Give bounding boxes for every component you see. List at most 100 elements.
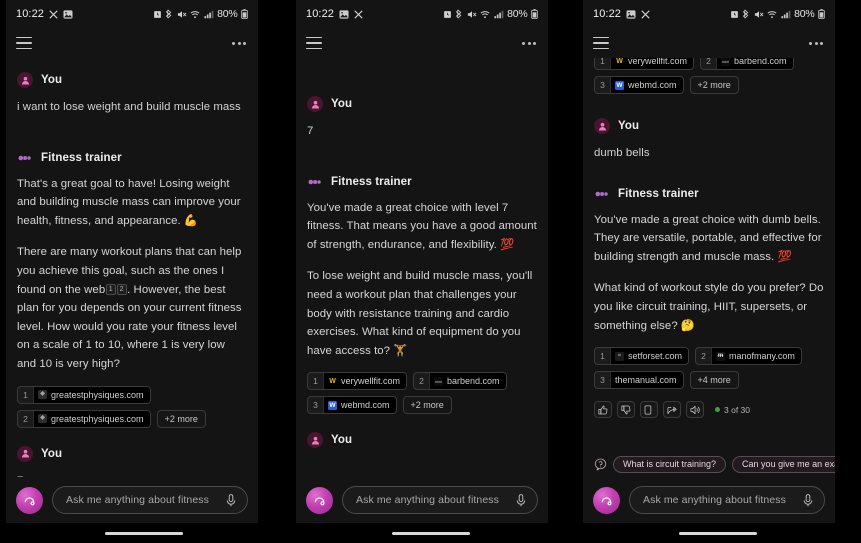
bot-message-body: You've made a great choice with dumb bel… (594, 211, 824, 336)
citation-domain: setforset.com (628, 351, 683, 362)
webmd-favicon: W (328, 400, 337, 410)
alarm-icon (443, 10, 452, 19)
wifi-icon (480, 10, 490, 19)
citation-ref-1[interactable]: 1 (105, 283, 116, 295)
status-bar: 10:22 80% (296, 0, 548, 28)
citation-domain: greatestphysiques.com (51, 389, 144, 400)
setforset-favicon: ≈ (615, 351, 624, 361)
x-app-icon (641, 9, 650, 19)
assistant-orb-icon[interactable] (306, 486, 333, 514)
message-actions-row: 3 of 30 (594, 401, 824, 419)
bot-paragraph: There are many workout plans that can he… (17, 246, 242, 370)
message-speaker-you: You (17, 72, 247, 88)
more-citations-button[interactable]: +2 more (689, 76, 739, 94)
message-speaker-you: You (307, 96, 537, 112)
conversation-list-3[interactable]: 1 Wverywellfit.com 2 ▬ barbend.com 3 Wweb… (583, 52, 835, 477)
citation-chip[interactable]: 1 ◈ greatestphysiques.com (17, 385, 151, 404)
nav-home-pill[interactable] (678, 531, 757, 535)
suggestion-chips-row[interactable]: What is circuit training? Can you give m… (583, 451, 835, 477)
citation-chip[interactable]: 2 ᵯ manofmany.com (695, 347, 802, 366)
nav-home-pill[interactable] (391, 531, 470, 535)
more-citations-button[interactable]: +2 more (402, 396, 452, 415)
gallery-icon (63, 9, 73, 19)
message-speaker-you: You (594, 118, 824, 134)
citation-chip[interactable]: 1 ≈ setforset.com (594, 347, 690, 366)
microphone-icon[interactable] (514, 493, 527, 508)
phone-screen-3: 10:22 80% 1 W verywellfit.com 2 ▬ barben… (574, 0, 861, 543)
speaker-icon[interactable] (686, 401, 704, 419)
citation-chip-list: 1 ≈ setforset.com 2 ᵯ manofmany.com (594, 347, 824, 366)
kebab-menu-icon[interactable] (809, 41, 823, 45)
more-citations-button[interactable]: +2 more (156, 409, 206, 428)
citation-number: 1 (600, 351, 605, 362)
bot-paragraph: You've made a great choice with dumb bel… (594, 213, 822, 263)
hamburger-menu-icon[interactable] (593, 37, 609, 49)
battery-icon (531, 9, 538, 19)
status-bar: 10:22 80% (583, 0, 835, 28)
screenshot-root: 10:22 80% You i want to lose weight and … (0, 0, 861, 543)
kebab-menu-icon[interactable] (522, 41, 536, 45)
citation-chip[interactable]: 3 themanual.com (594, 371, 684, 390)
microphone-icon[interactable] (224, 493, 237, 508)
person-avatar-icon (307, 96, 323, 112)
x-app-icon (354, 9, 363, 19)
bot-paragraph: What kind of workout style do you prefer… (594, 282, 824, 332)
chat-input-placeholder: Ask me anything about fitness (356, 494, 499, 506)
signal-icon (493, 10, 504, 19)
more-citations-button[interactable]: +4 more (689, 371, 739, 390)
citation-domain: webmd.com (628, 80, 677, 90)
citation-chip[interactable]: 3 Wwebmd.com (307, 396, 397, 415)
status-dot-icon (715, 407, 720, 413)
gallery-icon (626, 9, 636, 19)
x-app-icon (49, 9, 58, 19)
conversation-list-1[interactable]: You i want to lose weight and build musc… (6, 58, 258, 477)
wifi-icon (190, 10, 200, 19)
speaker-label: Fitness trainer (331, 175, 412, 188)
citation-chip[interactable]: 2 ▬ barbend.com (413, 372, 507, 391)
status-time: 10:22 (593, 8, 622, 20)
speaker-label: Fitness trainer (41, 151, 122, 164)
suggestion-chip[interactable]: Can you give me an exa (732, 455, 835, 473)
message-speaker-bot: Fitness trainer (594, 187, 824, 201)
question-bubble-icon[interactable] (593, 457, 607, 471)
suggestion-chip[interactable]: What is circuit training? (613, 455, 727, 473)
mute-icon (177, 10, 187, 19)
message-speaker-you: You (307, 432, 537, 449)
citation-domain: greatestphysiques.com (51, 413, 144, 424)
response-counter: 3 of 30 (715, 405, 750, 415)
citation-number: 1 (23, 389, 28, 400)
chat-input-field[interactable]: Ask me anything about fitness (52, 486, 248, 514)
system-nav-bar (0, 523, 287, 543)
thumbs-down-icon[interactable] (617, 401, 635, 419)
thumbs-up-icon[interactable] (594, 401, 612, 419)
citation-chip[interactable]: 2 ◈ greatestphysiques.com (17, 409, 151, 428)
nav-home-pill[interactable] (104, 531, 183, 535)
copy-icon[interactable] (640, 401, 658, 419)
chat-input-field[interactable]: Ask me anything about fitness (629, 486, 825, 514)
export-icon[interactable] (663, 401, 681, 419)
citation-chip[interactable]: 1 Wverywellfit.com (307, 372, 408, 391)
bluetooth-icon (165, 9, 173, 19)
assistant-orb-icon[interactable] (16, 486, 43, 514)
hamburger-menu-icon[interactable] (306, 37, 322, 49)
citation-ref-2[interactable]: 2 (116, 283, 127, 295)
app-header (296, 28, 548, 58)
response-counter-label: 3 of 30 (724, 404, 750, 415)
chat-input-field[interactable]: Ask me anything about fitness (342, 486, 538, 514)
conversation-list-2[interactable]: You 7 Fitness trainer You've made a grea… (296, 82, 548, 477)
bot-paragraph: You've made a great choice with level 7 … (307, 201, 537, 251)
bot-paragraph: That's a great goal to have! Losing weig… (17, 177, 241, 227)
user-message-text: dumb bells (594, 147, 650, 159)
person-avatar-icon (307, 432, 323, 449)
microphone-icon[interactable] (801, 493, 814, 508)
phone-screen-1: 10:22 80% You i want to lose weight and … (0, 0, 287, 543)
kebab-menu-icon[interactable] (232, 41, 246, 45)
hamburger-menu-icon[interactable] (16, 37, 32, 49)
battery-icon (241, 9, 248, 19)
citation-chip-list: 1 Wverywellfit.com 2 ▬ barbend.com (307, 372, 537, 391)
assistant-orb-icon[interactable] (593, 486, 620, 514)
mute-icon (754, 10, 764, 19)
app-header (583, 28, 835, 58)
citation-chip[interactable]: 3 Wwebmd.com (594, 76, 684, 94)
status-bar: 10:22 80% (6, 0, 258, 28)
